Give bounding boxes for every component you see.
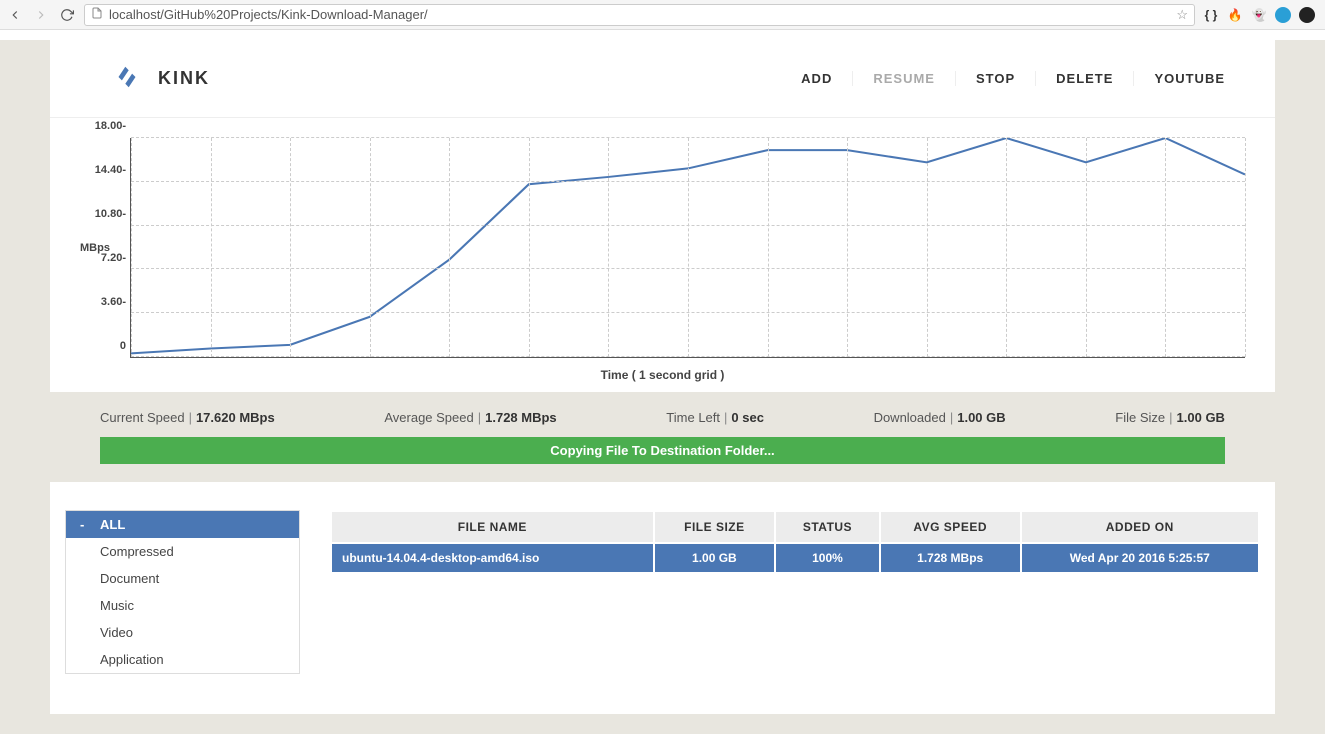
category-sidebar: ALLCompressedDocumentMusicVideoApplicati… (65, 510, 300, 674)
stat-avg-speed: Average Speed|1.728 MBps (384, 410, 556, 425)
col-file-size[interactable]: FILE SIZE (654, 511, 775, 543)
dark-circle-icon[interactable] (1299, 7, 1315, 23)
back-button[interactable] (6, 6, 24, 24)
stat-downloaded: Downloaded|1.00 GB (874, 410, 1006, 425)
sidebar-item-video[interactable]: Video (66, 619, 299, 646)
page-icon (91, 7, 103, 22)
url-bar[interactable]: localhost/GitHub%20Projects/Kink-Downloa… (84, 4, 1195, 26)
cell-file-size: 1.00 GB (654, 543, 775, 573)
table-row[interactable]: ubuntu-14.04.4-desktop-amd64.iso1.00 GB1… (331, 543, 1259, 573)
stats-bar: Current Speed|17.620 MBps Average Speed|… (50, 392, 1275, 437)
stat-file-size: File Size|1.00 GB (1115, 410, 1225, 425)
downloads-section: ALLCompressedDocumentMusicVideoApplicati… (50, 482, 1275, 714)
sidebar-item-all[interactable]: ALL (66, 511, 299, 538)
nav-delete[interactable]: DELETE (1035, 71, 1133, 86)
sidebar-item-music[interactable]: Music (66, 592, 299, 619)
bookmark-star-icon[interactable]: ☆ (1176, 7, 1188, 23)
status-banner: Copying File To Destination Folder... (100, 437, 1225, 464)
url-text: localhost/GitHub%20Projects/Kink-Downloa… (109, 7, 428, 22)
col-avg-speed[interactable]: AVG SPEED (880, 511, 1021, 543)
sidebar-item-document[interactable]: Document (66, 565, 299, 592)
ghost-icon[interactable]: 👻 (1251, 7, 1267, 23)
stat-current-speed: Current Speed|17.620 MBps (100, 410, 275, 425)
nav-resume[interactable]: RESUME (852, 71, 955, 86)
nav-stop[interactable]: STOP (955, 71, 1035, 86)
circle-icon[interactable] (1275, 7, 1291, 23)
speed-chart-card: MBps 03.60-7.20-10.80-14.40-18.00- Time … (50, 118, 1275, 392)
col-added-on[interactable]: ADDED ON (1021, 511, 1259, 543)
extension-icons: { } 🔥 👻 (1203, 7, 1319, 23)
sidebar-item-application[interactable]: Application (66, 646, 299, 673)
cell-avg-speed: 1.728 MBps (880, 543, 1021, 573)
stat-time-left: Time Left|0 sec (666, 410, 764, 425)
x-axis-label: Time ( 1 second grid ) (80, 368, 1245, 382)
brand-name: KINK (158, 68, 210, 89)
cell-file-name: ubuntu-14.04.4-desktop-amd64.iso (331, 543, 654, 573)
app-header: KINK ADD RESUME STOP DELETE YOUTUBE (50, 40, 1275, 118)
cell-status: 100% (775, 543, 880, 573)
main-nav: ADD RESUME STOP DELETE YOUTUBE (781, 71, 1245, 86)
browser-toolbar: localhost/GitHub%20Projects/Kink-Downloa… (0, 0, 1325, 30)
downloads-table-wrap: FILE NAMEFILE SIZESTATUSAVG SPEEDADDED O… (330, 510, 1260, 574)
nav-youtube[interactable]: YOUTUBE (1133, 71, 1245, 86)
cell-added-on: Wed Apr 20 2016 5:25:57 (1021, 543, 1259, 573)
sidebar-item-compressed[interactable]: Compressed (66, 538, 299, 565)
logo-icon (110, 60, 144, 97)
braces-icon[interactable]: { } (1203, 7, 1219, 23)
forward-button[interactable] (32, 6, 50, 24)
y-axis: MBps 03.60-7.20-10.80-14.40-18.00- (80, 138, 130, 358)
flame-icon[interactable]: 🔥 (1227, 7, 1243, 23)
reload-button[interactable] (58, 6, 76, 24)
nav-add[interactable]: ADD (781, 71, 852, 86)
downloads-table: FILE NAMEFILE SIZESTATUSAVG SPEEDADDED O… (330, 510, 1260, 574)
col-status[interactable]: STATUS (775, 511, 880, 543)
logo: KINK (110, 60, 210, 97)
col-file-name[interactable]: FILE NAME (331, 511, 654, 543)
chart-plot-area (130, 138, 1245, 358)
